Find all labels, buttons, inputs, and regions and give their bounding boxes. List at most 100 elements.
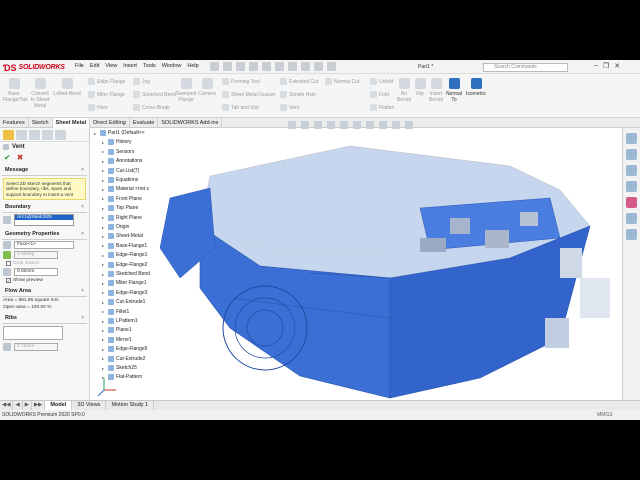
minimize-icon[interactable]: – bbox=[594, 62, 598, 70]
expand-arrow-icon[interactable]: ▸ bbox=[102, 178, 106, 183]
tree-node[interactable]: ▸ LPattern1 bbox=[102, 318, 138, 324]
tab-sheet-metal[interactable]: Sheet Metal bbox=[52, 118, 91, 128]
swept-flange-button[interactable]: Sweeped Flange bbox=[175, 78, 197, 103]
unit-system[interactable]: MMGS bbox=[597, 412, 613, 418]
save-icon[interactable] bbox=[249, 62, 258, 71]
expand-arrow-icon[interactable]: ▸ bbox=[102, 187, 106, 192]
solidworks-resources-icon[interactable] bbox=[626, 133, 637, 144]
tab-3d-views[interactable]: 3D Views bbox=[72, 401, 107, 410]
file-properties-icon[interactable] bbox=[314, 62, 323, 71]
expand-arrow-icon[interactable]: ▸ bbox=[102, 149, 106, 154]
expand-arrow-icon[interactable]: ▸ bbox=[102, 196, 106, 201]
first-tab-arrow-icon[interactable]: ◀◀ bbox=[0, 401, 14, 410]
expand-arrow-icon[interactable]: ▸ bbox=[102, 234, 106, 239]
expand-arrow-icon[interactable]: ▸ bbox=[102, 253, 106, 258]
tree-node[interactable]: ▸ Cut-List(7) bbox=[102, 167, 139, 174]
rebuild-icon[interactable] bbox=[301, 62, 310, 71]
expand-arrow-icon[interactable]: ▸ bbox=[102, 206, 106, 211]
convert-sheet-metal-button[interactable]: Convert to Sheet Metal bbox=[29, 78, 51, 109]
expand-arrow-icon[interactable]: ▸ bbox=[102, 140, 106, 145]
design-library-icon[interactable] bbox=[626, 149, 637, 160]
tree-node[interactable]: ▸ Fillet1 bbox=[102, 308, 129, 315]
feature-manager-tab-icon[interactable] bbox=[3, 130, 14, 140]
tree-node[interactable]: ▸ Plane1 bbox=[102, 327, 132, 334]
view-orientation-icon[interactable] bbox=[340, 121, 348, 129]
tree-node[interactable]: ▸ Cut-Extrude2 bbox=[102, 355, 145, 362]
lofted-bend-button[interactable]: Lofted-Bend bbox=[53, 78, 81, 97]
unfold-button[interactable]: Unfold bbox=[370, 78, 393, 85]
forum-icon[interactable] bbox=[626, 229, 637, 240]
forming-tool-button[interactable]: Extruded CutForming Tool bbox=[222, 78, 260, 85]
draft-angle-field[interactable]: 3.00deg bbox=[14, 251, 58, 260]
sheet-metal-gusset-button[interactable]: Sheet Metal Gusset bbox=[222, 91, 275, 98]
tree-node[interactable]: ▸ Edge-Flange5 bbox=[102, 346, 147, 353]
tree-node[interactable]: ▸ Sheet-Metal bbox=[102, 233, 143, 240]
solidworks-logo[interactable]: ƊS SOLIDWORKS bbox=[3, 62, 65, 73]
tree-root-part[interactable]: ▸ Part1 (Default<< bbox=[94, 130, 145, 136]
menu-insert[interactable]: Insert bbox=[123, 63, 137, 69]
prev-tab-arrow-icon[interactable]: ◀ bbox=[13, 401, 23, 410]
tree-node[interactable]: ▸ Origin bbox=[102, 224, 129, 230]
corners-button[interactable]: Corners bbox=[196, 78, 218, 97]
home-icon[interactable] bbox=[210, 62, 219, 71]
draft-icon[interactable] bbox=[3, 251, 11, 260]
tab-evaluate[interactable]: Evaluate bbox=[130, 118, 159, 128]
face-field[interactable]: Face<1> bbox=[14, 241, 74, 250]
normal-cut-button[interactable]: Normal Cut bbox=[325, 78, 359, 85]
tree-node[interactable]: ▸ Flat-Pattern bbox=[102, 374, 142, 381]
message-section-header[interactable]: Message ˄ bbox=[2, 165, 87, 176]
tree-node[interactable]: ▸ Base-Flange1 bbox=[102, 242, 147, 249]
tree-node[interactable]: ▸ Annotations bbox=[102, 158, 142, 165]
tab-model[interactable]: Model bbox=[45, 401, 73, 410]
tree-node[interactable]: ▸ Sketched Bend bbox=[102, 271, 150, 277]
show-preview-box[interactable]: ✓ bbox=[6, 278, 11, 284]
new-icon[interactable] bbox=[223, 62, 232, 71]
fold-button[interactable]: Fold bbox=[370, 91, 389, 98]
appearance-icon[interactable] bbox=[379, 121, 387, 129]
expand-arrow-icon[interactable]: ▸ bbox=[102, 281, 106, 286]
no-bends-button[interactable]: No Bends bbox=[395, 78, 413, 103]
tree-node[interactable]: ▸ Equations bbox=[102, 177, 138, 183]
expand-arrow-icon[interactable]: ▸ bbox=[102, 243, 106, 248]
menu-window[interactable]: Window bbox=[162, 63, 182, 69]
close-icon[interactable]: ✕ bbox=[614, 62, 620, 70]
configuration-manager-tab-icon[interactable] bbox=[29, 130, 40, 140]
boundary-selection-list[interactable]: Arc1@Sketch25 bbox=[14, 214, 74, 227]
geometry-section-header[interactable]: Geometry Properties ˄ bbox=[2, 229, 87, 241]
tree-node[interactable]: ▸ Sketch25 bbox=[102, 365, 137, 371]
tree-node[interactable]: ▸ Miter Flange1 bbox=[102, 280, 147, 287]
show-preview-checkbox[interactable]: ✓ Show preview bbox=[0, 277, 89, 284]
jog-button[interactable]: Jog bbox=[133, 78, 150, 85]
expand-arrow-icon[interactable]: ▸ bbox=[102, 262, 106, 267]
view-settings-icon[interactable] bbox=[405, 121, 413, 129]
expand-arrow-icon[interactable]: ▸ bbox=[102, 215, 106, 220]
last-tab-arrow-icon[interactable]: ▶▶ bbox=[32, 401, 46, 410]
expand-arrow-icon[interactable]: ▸ bbox=[102, 225, 106, 230]
menu-tools[interactable]: Tools bbox=[143, 63, 156, 69]
tree-node[interactable]: ▸ Mirror1 bbox=[102, 336, 132, 343]
tree-node[interactable]: ▸ Sensors bbox=[102, 148, 134, 155]
expand-arrow-icon[interactable]: ▸ bbox=[102, 347, 106, 352]
cancel-x-icon[interactable]: ✖ bbox=[17, 153, 24, 162]
options-gear-icon[interactable] bbox=[327, 62, 336, 71]
draft-inward-checkbox[interactable]: Draft inward bbox=[0, 260, 89, 267]
expand-arrow-icon[interactable]: ▸ bbox=[102, 337, 106, 342]
flow-area-section-header[interactable]: Flow Area ˄ bbox=[2, 286, 87, 298]
expand-arrow-icon[interactable]: ▸ bbox=[102, 366, 106, 371]
dimxpert-tab-icon[interactable] bbox=[42, 130, 53, 140]
vent-button[interactable]: Vent bbox=[280, 104, 299, 111]
tree-node[interactable]: ▸ Edge-Flange2 bbox=[102, 261, 147, 268]
hide-show-icon[interactable] bbox=[366, 121, 374, 129]
rip-button[interactable]: Rip bbox=[413, 78, 427, 97]
extruded-cut-button[interactable]: Extruded Cut bbox=[280, 78, 318, 85]
tree-node[interactable]: ▸ History bbox=[102, 139, 132, 146]
tab-features[interactable]: Features bbox=[0, 118, 29, 128]
simple-hole-button[interactable]: Simple Hole bbox=[280, 91, 316, 98]
draft-inward-box[interactable] bbox=[6, 261, 11, 267]
custom-properties-icon[interactable] bbox=[626, 213, 637, 224]
undo-icon[interactable] bbox=[275, 62, 284, 71]
menu-file[interactable]: File bbox=[75, 63, 84, 69]
isometric-button[interactable]: Isometric bbox=[465, 78, 487, 97]
ribs-section-header[interactable]: Ribs ˄ bbox=[2, 313, 87, 325]
search-input[interactable]: Search Commands bbox=[483, 63, 568, 72]
